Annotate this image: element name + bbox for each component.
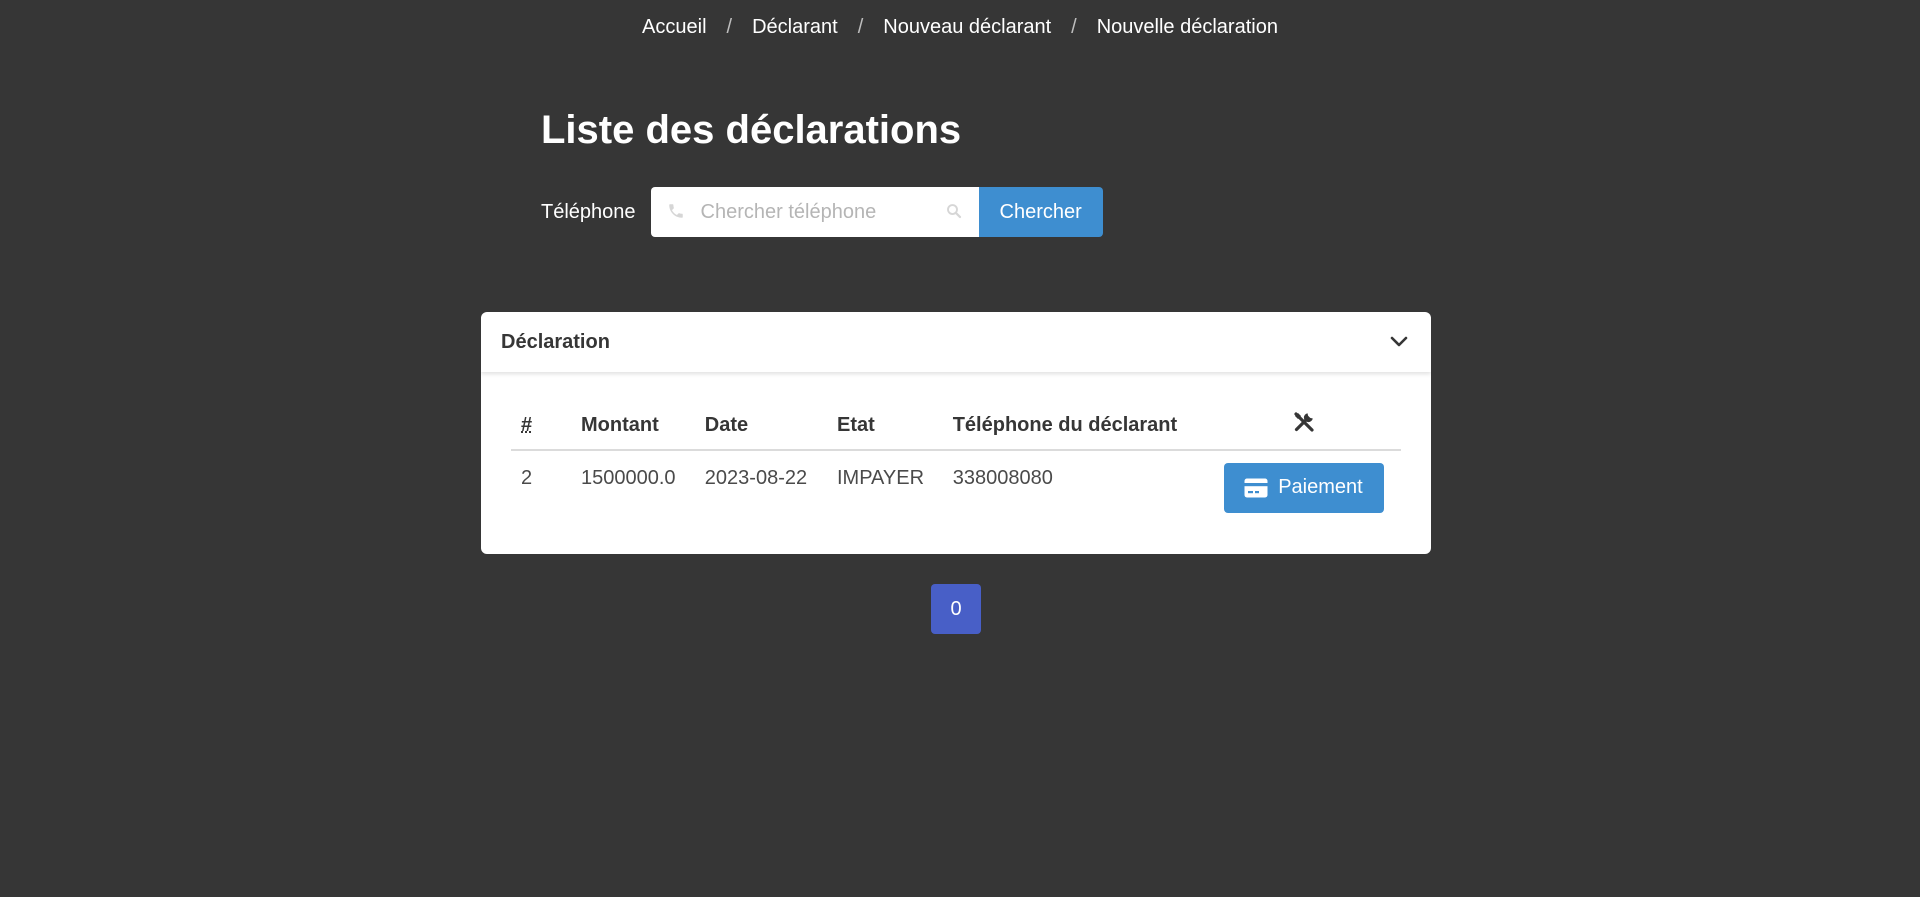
column-header-actions bbox=[1206, 401, 1401, 451]
breadcrumb-separator: / bbox=[726, 16, 733, 38]
column-header-date: Date bbox=[694, 401, 827, 451]
number-abbr: # bbox=[521, 413, 533, 436]
card-title: Déclaration bbox=[501, 330, 610, 353]
breadcrumb-item-nouveau-declarant[interactable]: Nouveau déclarant bbox=[883, 16, 1051, 39]
breadcrumb-item-declarant[interactable]: Déclarant bbox=[752, 16, 838, 39]
search-button[interactable]: Chercher bbox=[978, 187, 1103, 237]
phone-label: Téléphone bbox=[541, 200, 636, 223]
cell-telephone: 338008080 bbox=[952, 467, 1053, 489]
search-bar: Téléphone Chercher bbox=[541, 187, 1103, 237]
card-header[interactable]: Déclaration bbox=[481, 312, 1431, 372]
table-row: 2 1500000.0 2023-08-22 IMPAYER 338008080 bbox=[511, 450, 1401, 513]
search-field bbox=[650, 187, 979, 237]
paiement-button[interactable]: Paiement bbox=[1224, 462, 1384, 513]
chevron-down-icon[interactable] bbox=[1387, 330, 1411, 354]
card-content: # Montant Date Etat Téléphone du déclara… bbox=[481, 372, 1431, 513]
credit-card-icon bbox=[1244, 478, 1268, 497]
column-header-montant: Montant bbox=[571, 401, 695, 451]
breadcrumb: Accueil / Déclarant / Nouveau déclarant … bbox=[0, 16, 1920, 39]
paiement-label: Paiement bbox=[1278, 476, 1363, 498]
tools-icon bbox=[1294, 412, 1314, 432]
pagination-page-current[interactable]: 0 bbox=[931, 584, 981, 634]
cell-etat: IMPAYER bbox=[836, 467, 925, 489]
cell-date: 2023-08-22 bbox=[704, 467, 808, 489]
breadcrumb-item-accueil[interactable]: Accueil bbox=[642, 16, 706, 39]
column-header-telephone: Téléphone du déclarant bbox=[942, 401, 1207, 451]
table-header-row: # Montant Date Etat Téléphone du déclara… bbox=[511, 401, 1401, 451]
breadcrumb-separator: / bbox=[1071, 16, 1077, 38]
cell-id: 2 bbox=[521, 467, 533, 489]
cell-montant: 1500000.0 bbox=[581, 467, 676, 489]
declarations-table: # Montant Date Etat Téléphone du déclara… bbox=[511, 401, 1401, 513]
column-header-number: # bbox=[511, 401, 571, 451]
cell-action: Paiement bbox=[1207, 450, 1401, 513]
declaration-card: Déclaration # Montant Date Etat Téléphon… bbox=[481, 312, 1431, 554]
column-header-etat: Etat bbox=[826, 401, 943, 451]
phone-search-input[interactable] bbox=[650, 187, 979, 237]
page-title: Liste des déclarations bbox=[541, 108, 962, 152]
breadcrumb-item-nouvelle-declaration[interactable]: Nouvelle déclaration bbox=[1097, 16, 1278, 39]
breadcrumb-separator: / bbox=[857, 16, 864, 38]
